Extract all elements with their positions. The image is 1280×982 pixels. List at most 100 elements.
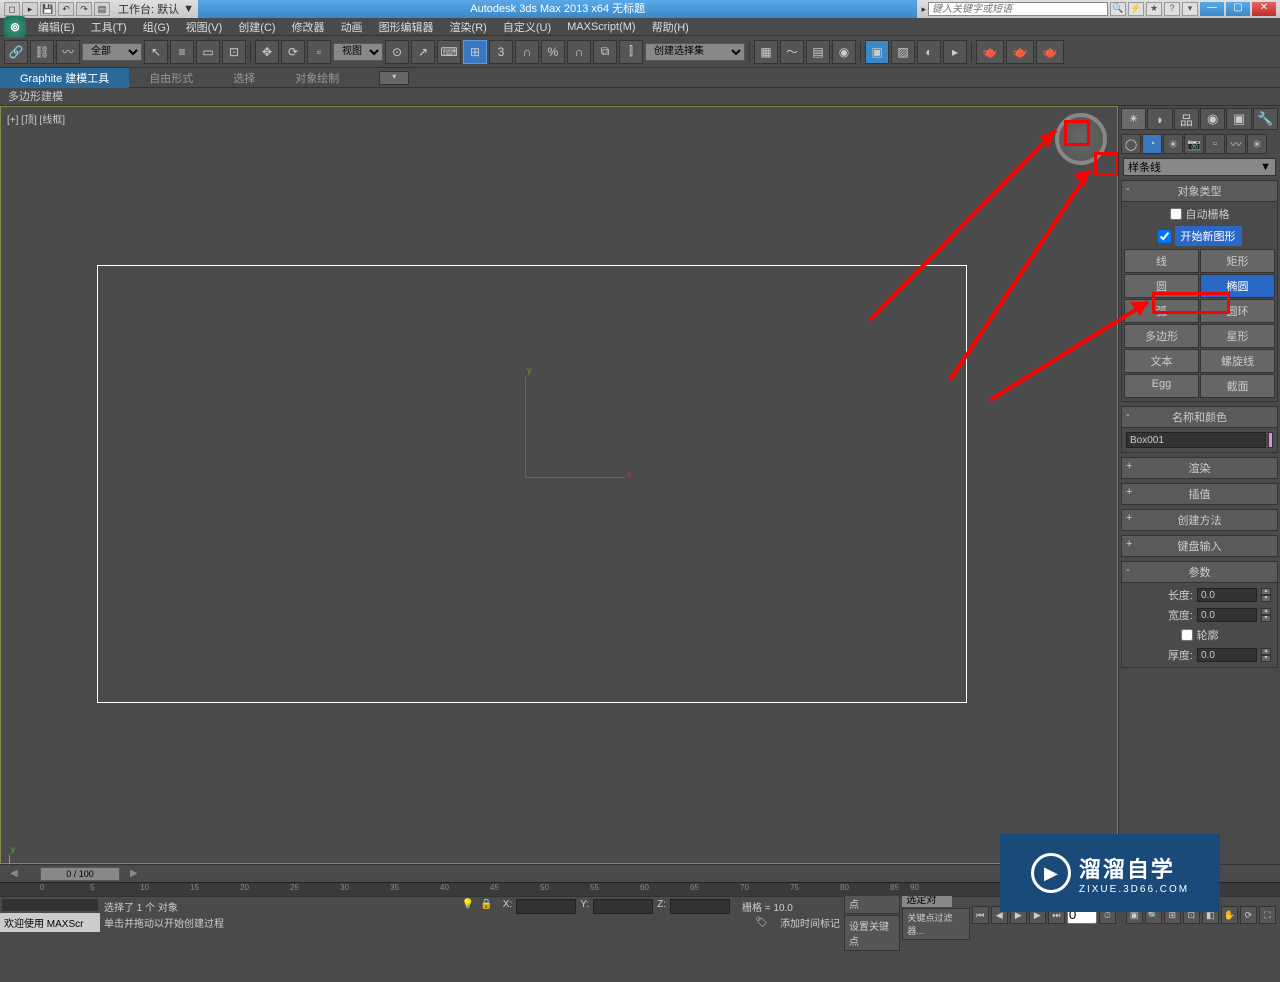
spinner-snap-icon[interactable]: % — [541, 40, 565, 64]
circle-button[interactable]: 圆 — [1124, 274, 1199, 298]
project-icon[interactable]: ▤ — [94, 2, 110, 16]
menu-tools[interactable]: 工具(T) — [83, 19, 135, 35]
ref-coord-dropdown[interactable]: 视图 — [333, 43, 383, 61]
menu-create[interactable]: 创建(C) — [230, 19, 283, 35]
parameters-header[interactable]: -参数 — [1121, 561, 1278, 583]
help-icon[interactable]: ? — [1164, 2, 1180, 16]
angle-snap-icon[interactable]: 3 — [489, 40, 513, 64]
menu-views[interactable]: 视图(V) — [178, 19, 231, 35]
name-color-header[interactable]: -名称和颜色 — [1121, 406, 1278, 428]
percent-snap-icon[interactable]: ∩ — [515, 40, 539, 64]
thickness-spinner[interactable]: 0.0 — [1197, 648, 1257, 662]
favorites-icon[interactable]: ★ — [1146, 2, 1162, 16]
bind-spacewarp-icon[interactable]: 〰 — [56, 40, 80, 64]
start-new-shape-button[interactable]: 开始新图形 — [1175, 226, 1242, 246]
donut-button[interactable]: 圆环 — [1200, 299, 1275, 323]
ellipse-button[interactable]: 椭圆 — [1200, 274, 1275, 298]
ribbon-tab-graphite[interactable]: Graphite 建模工具 — [0, 68, 129, 88]
teapot-production-icon[interactable]: 🫖 — [1006, 40, 1034, 64]
use-center-icon[interactable]: ⊙ — [385, 40, 409, 64]
motion-tab-icon[interactable]: ◉ — [1200, 108, 1225, 130]
rotate-icon[interactable]: ⟳ — [281, 40, 305, 64]
text-button[interactable]: 文本 — [1124, 349, 1199, 373]
lock-icon[interactable]: 💡 — [462, 899, 474, 914]
line-button[interactable]: 线 — [1124, 249, 1199, 273]
outline-checkbox[interactable] — [1181, 629, 1193, 641]
comm-center-icon[interactable]: ⚡ — [1128, 2, 1144, 16]
mirror-icon[interactable]: ⧉ — [593, 40, 617, 64]
modify-tab-icon[interactable]: ◗ — [1147, 108, 1172, 130]
teapot-iterative-icon[interactable]: 🫖 — [1036, 40, 1064, 64]
layer-manager-icon[interactable]: ▦ — [754, 40, 778, 64]
open-icon[interactable]: ▸ — [22, 2, 38, 16]
x-coord-input[interactable] — [516, 899, 576, 914]
helix-button[interactable]: 螺旋线 — [1200, 349, 1275, 373]
align-icon[interactable]: ⫿ — [619, 40, 643, 64]
z-coord-input[interactable] — [670, 899, 730, 914]
object-name-input[interactable] — [1126, 432, 1266, 448]
section-button[interactable]: 截面 — [1200, 374, 1275, 398]
time-slider-handle[interactable]: 0 / 100 — [40, 867, 120, 881]
create-tab-icon[interactable]: ✴ — [1121, 108, 1146, 130]
lock-selection-icon[interactable]: 🔒 — [480, 899, 492, 914]
arc-button[interactable]: 弧 — [1124, 299, 1199, 323]
redo-icon[interactable]: ↷ — [76, 2, 92, 16]
width-spinner[interactable]: 0.0 — [1197, 608, 1257, 622]
lights-icon[interactable]: ☀ — [1163, 134, 1183, 154]
ribbon-sub-polygon[interactable]: 多边形建模 — [0, 88, 1280, 106]
curve-editor-icon[interactable]: 〜 — [780, 40, 804, 64]
ribbon-tab-freeform[interactable]: 自由形式 — [129, 68, 213, 88]
save-icon[interactable]: 💾 — [40, 2, 56, 16]
scale-icon[interactable]: ▫ — [307, 40, 331, 64]
named-selection-dropdown[interactable]: 创建选择集 — [645, 43, 745, 61]
search-icon[interactable]: 🔍 — [1110, 2, 1126, 16]
menu-group[interactable]: 组(G) — [135, 19, 178, 35]
interpolation-rollout-header[interactable]: +插值 — [1121, 483, 1278, 505]
select-name-icon[interactable]: ≡ — [170, 40, 194, 64]
ngon-button[interactable]: 多边形 — [1124, 324, 1199, 348]
menu-graph-editors[interactable]: 图形编辑器 — [371, 19, 442, 35]
orbit-icon[interactable]: ⟳ — [1240, 906, 1257, 924]
new-icon[interactable]: ◻ — [4, 2, 20, 16]
material-editor-icon[interactable]: ◉ — [832, 40, 856, 64]
unlink-icon[interactable]: ⛓ — [30, 40, 54, 64]
star-button[interactable]: 星形 — [1200, 324, 1275, 348]
viewport-label[interactable]: [+] [顶] [线框] — [7, 111, 65, 126]
rendering-rollout-header[interactable]: +渲染 — [1121, 457, 1278, 479]
menu-help[interactable]: 帮助(H) — [644, 19, 697, 35]
rectangle-button[interactable]: 矩形 — [1200, 249, 1275, 273]
display-tab-icon[interactable]: ▣ — [1226, 108, 1251, 130]
y-coord-input[interactable] — [593, 899, 653, 914]
add-time-tag[interactable]: 添加时间标记 — [780, 915, 840, 930]
cameras-icon[interactable]: 📷 — [1184, 134, 1204, 154]
manipulate-icon[interactable]: ↗ — [411, 40, 435, 64]
menu-edit[interactable]: 编辑(E) — [30, 19, 83, 35]
script-mini-listener[interactable] — [2, 899, 98, 911]
start-new-shape-checkbox[interactable] — [1158, 230, 1171, 243]
help-dropdown-icon[interactable]: ▾ — [1182, 2, 1198, 16]
egg-button[interactable]: Egg — [1124, 374, 1199, 398]
keyboard-shortcut-icon[interactable]: ⌨ — [437, 40, 461, 64]
systems-icon[interactable]: ✳ — [1247, 134, 1267, 154]
welcome-tab[interactable]: 欢迎使用 MAXScr — [0, 913, 100, 932]
app-logo-button[interactable]: ⊚ — [4, 16, 26, 38]
length-spinner[interactable]: 0.0 — [1197, 588, 1257, 602]
search-dropdown-icon[interactable]: ▸ — [921, 4, 926, 15]
window-crossing-icon[interactable]: ⊡ — [222, 40, 246, 64]
menu-modifiers[interactable]: 修改器 — [284, 19, 333, 35]
select-object-icon[interactable]: ↖ — [144, 40, 168, 64]
undo-icon[interactable]: ↶ — [58, 2, 74, 16]
workspace-dropdown-icon[interactable]: ▼ — [183, 3, 194, 15]
help-search-input[interactable] — [928, 2, 1108, 16]
max-viewport-icon[interactable]: ⛶ — [1259, 906, 1276, 924]
helpers-icon[interactable]: ▫ — [1205, 134, 1225, 154]
object-type-header[interactable]: -对象类型 — [1121, 180, 1278, 202]
close-button[interactable]: ✕ — [1252, 2, 1276, 16]
maximize-button[interactable]: ▢ — [1226, 2, 1250, 16]
geometry-icon[interactable]: ◯ — [1121, 134, 1141, 154]
menu-rendering[interactable]: 渲染(R) — [442, 19, 495, 35]
rendered-frame-icon[interactable]: ▨ — [891, 40, 915, 64]
menu-maxscript[interactable]: MAXScript(M) — [559, 21, 643, 33]
pan-icon[interactable]: ✋ — [1221, 906, 1238, 924]
goto-start-icon[interactable]: ⏮ — [972, 906, 989, 924]
